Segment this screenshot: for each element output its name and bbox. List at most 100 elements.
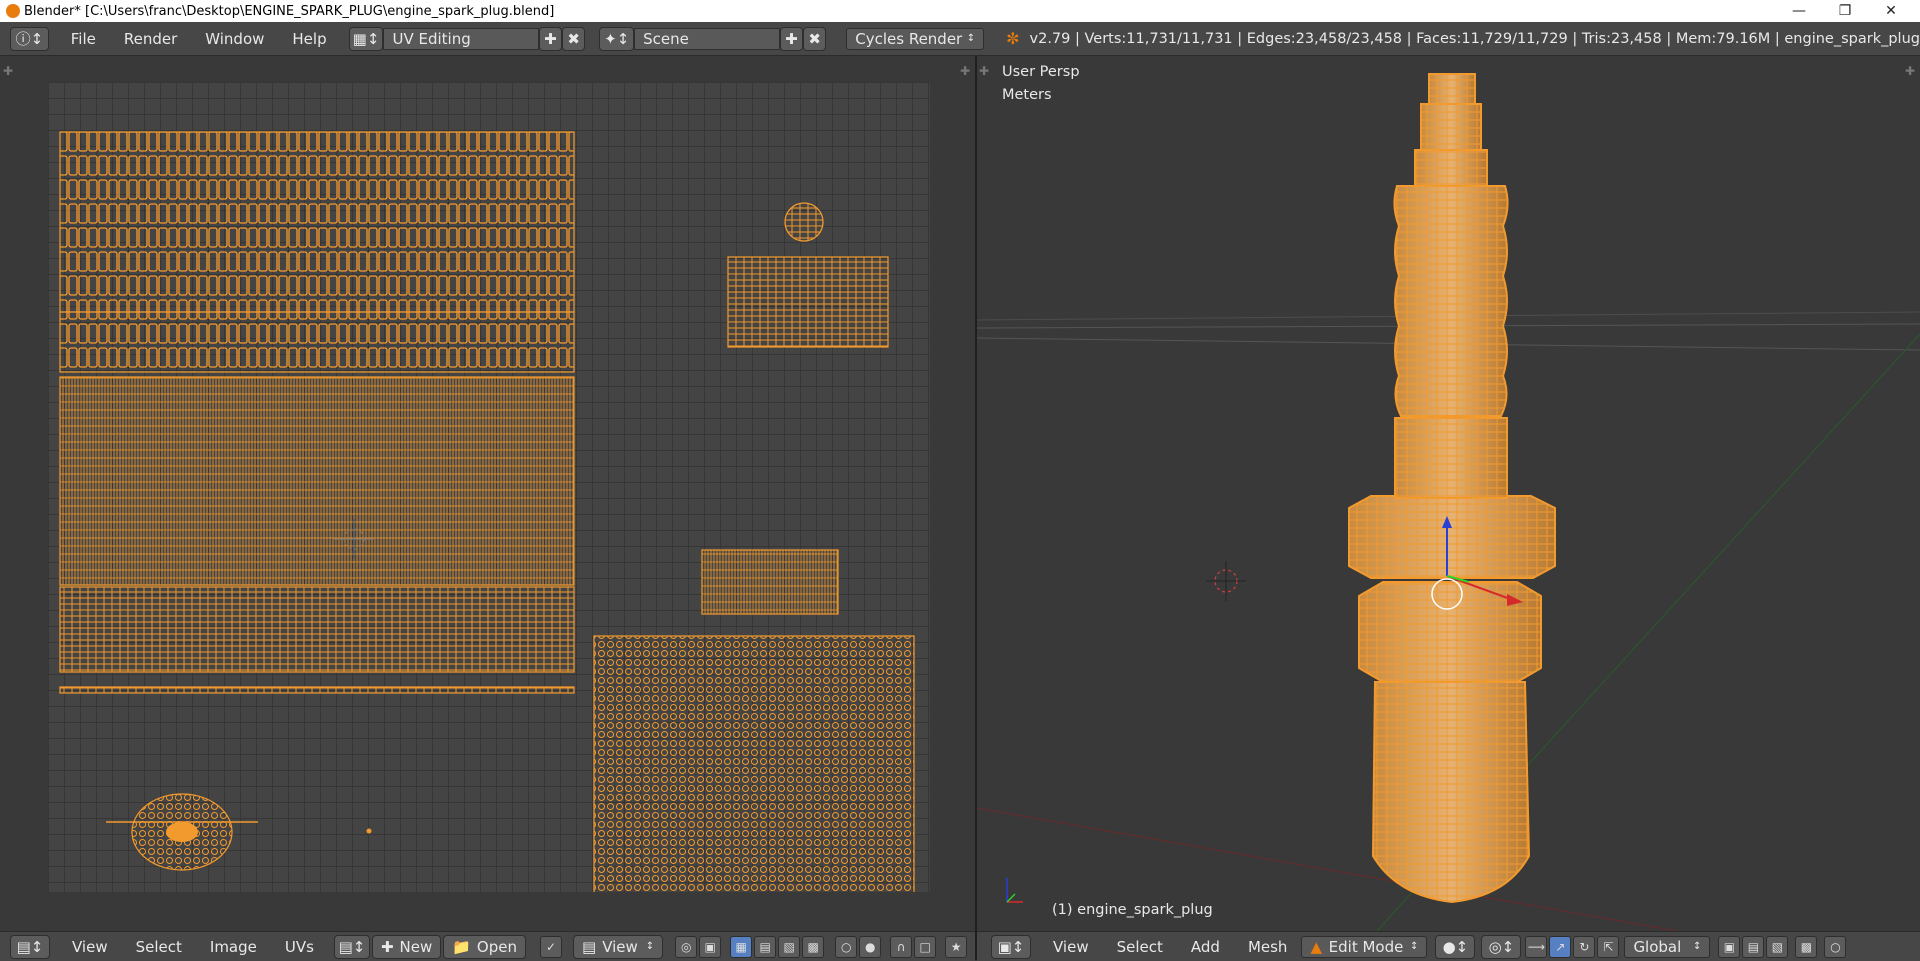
menu-file[interactable]: File xyxy=(71,30,96,48)
pivot-icon[interactable]: ◎ xyxy=(675,935,698,958)
add-screen-button[interactable]: ✚ xyxy=(538,26,562,51)
mode-dropdown[interactable]: ▲ Edit Mode ↕ xyxy=(1301,935,1428,958)
editor-type-uv-button[interactable]: ▤↕ xyxy=(10,934,50,959)
editor-type-info-button[interactable]: ⓘ↕ xyxy=(10,26,49,51)
proportional-edit-icon[interactable]: ○ xyxy=(835,935,858,958)
uv-vertex[interactable] xyxy=(366,828,372,834)
scene-field[interactable]: Scene xyxy=(634,27,780,50)
uv-island-main[interactable] xyxy=(59,131,575,694)
add-scene-button[interactable]: ✚ xyxy=(779,26,803,51)
viewport-scene xyxy=(977,73,1920,931)
dropdown-arrows-icon: ↕ xyxy=(1693,941,1702,952)
screen-layout-field[interactable]: UV Editing xyxy=(383,27,539,50)
info-header: ⓘ↕ File Render Window Help ▦↕ UV Editing… xyxy=(0,22,1920,56)
uv-island-upper-right[interactable] xyxy=(727,256,889,348)
spark-plug-mesh[interactable] xyxy=(1348,73,1556,904)
info-icon: ⓘ↕ xyxy=(15,30,44,48)
translate-manipulator-icon[interactable]: ↗ xyxy=(1549,935,1572,958)
new-image-label: New xyxy=(399,937,433,956)
region-expand-icon[interactable]: ✚ xyxy=(960,64,970,78)
dropdown-arrows-icon: ↕ xyxy=(1410,941,1419,952)
uv-image-editor[interactable]: ✚ ✚ xyxy=(0,56,975,939)
delete-screen-button[interactable]: ✖ xyxy=(562,26,586,51)
uv-island-lower-right[interactable] xyxy=(593,635,915,939)
render-engine-value: Cycles Render xyxy=(855,29,963,48)
edge-select-icon[interactable]: ▤ xyxy=(754,935,777,958)
close-icon[interactable]: ✕ xyxy=(1868,0,1914,22)
menu-render[interactable]: Render xyxy=(124,30,177,48)
viewport-menu-mesh[interactable]: Mesh xyxy=(1248,938,1288,956)
region-expand-icon[interactable]: ✚ xyxy=(3,64,13,78)
image-icon: ▤↕ xyxy=(338,937,366,956)
blender-logo-icon: ✼ xyxy=(1006,29,1020,48)
render-engine-dropdown[interactable]: Cycles Render ↕ xyxy=(846,27,985,50)
face-select-icon[interactable]: ▧ xyxy=(1766,935,1789,958)
limit-selection-icon[interactable]: ▩ xyxy=(1795,935,1818,958)
menu-window[interactable]: Window xyxy=(205,30,264,48)
vertex-select-icon[interactable]: ▦ xyxy=(730,935,753,958)
pivot-icon: ◎↕ xyxy=(1488,937,1515,956)
viewport-menu-select[interactable]: Select xyxy=(1117,938,1163,956)
uv-view-mode-dropdown[interactable]: ▤ View ↕ xyxy=(573,934,664,959)
uv-menu-image[interactable]: Image xyxy=(210,938,257,956)
viewport-menu-add[interactable]: Add xyxy=(1191,938,1220,956)
screen-layout-name: UV Editing xyxy=(392,29,471,48)
uv-island-sphere[interactable] xyxy=(784,202,824,242)
dropdown-arrows-icon: ↕ xyxy=(645,941,655,952)
scene-statistics: v2.79 | Verts:11,731/11,731 | Edges:23,4… xyxy=(1029,30,1920,47)
magnet-icon[interactable]: ∩ xyxy=(890,935,913,958)
proportional-edit-icon[interactable]: ○ xyxy=(1824,935,1847,958)
uv-menu-select[interactable]: Select xyxy=(136,938,182,956)
rotate-manipulator-icon[interactable]: ↻ xyxy=(1573,935,1596,958)
cube-icon: ▣↕ xyxy=(997,937,1025,956)
snap-target-icon[interactable]: □ xyxy=(914,935,937,958)
3d-viewport[interactable]: ✚ ✚ User Persp Meters (1) engine_spark_p… xyxy=(977,56,1920,931)
layout-grid-icon: ▦↕ xyxy=(352,29,380,48)
viewport-shading-dropdown[interactable]: ●↕ xyxy=(1435,934,1476,959)
plus-icon: ✚ xyxy=(544,29,557,48)
image-browse-button[interactable]: ▤↕ xyxy=(333,934,370,959)
3d-cursor[interactable] xyxy=(1206,561,1246,601)
shading-solid-icon: ●↕ xyxy=(1442,937,1469,956)
uv-menu-uvs[interactable]: UVs xyxy=(285,938,314,956)
vertex-select-icon[interactable]: ▣ xyxy=(1718,935,1741,958)
screen-layout-browse-button[interactable]: ▦↕ xyxy=(348,26,384,51)
uv-island-mid-right[interactable] xyxy=(701,549,839,615)
scale-manipulator-icon[interactable]: ⇱ xyxy=(1597,935,1620,958)
new-image-button[interactable]: ✚ New xyxy=(371,934,442,959)
restore-icon[interactable]: ❐ xyxy=(1822,0,1868,22)
face-select-icon[interactable]: ▧ xyxy=(778,935,801,958)
edge-select-icon[interactable]: ▤ xyxy=(1742,935,1765,958)
mode-value: Edit Mode xyxy=(1328,937,1404,956)
uv-canvas[interactable] xyxy=(48,82,930,939)
3d-viewport-header: ▣↕ View Select Add Mesh ▲ Edit Mode ↕ ●↕… xyxy=(977,931,1920,961)
uv-menu-view[interactable]: View xyxy=(72,938,108,956)
minimize-icon[interactable]: — xyxy=(1776,0,1822,22)
snap-icon[interactable]: ● xyxy=(859,935,882,958)
delete-scene-button[interactable]: ✖ xyxy=(802,26,827,51)
island-select-icon[interactable]: ▩ xyxy=(802,935,825,958)
manipulator-toggle-icon[interactable]: ⟶ xyxy=(1525,935,1548,958)
scene-browse-button[interactable]: ✦↕ xyxy=(599,26,635,51)
pivot-point-dropdown[interactable]: ◎↕ xyxy=(1481,934,1522,959)
x-icon: ✖ xyxy=(567,29,580,48)
sticky-selection-icon[interactable]: ▣ xyxy=(699,935,722,958)
axis-orientation-gizmo xyxy=(1006,878,1023,903)
uv-sculpt-icon[interactable]: ★ xyxy=(945,935,968,958)
blender-logo-icon xyxy=(6,4,20,18)
image-editor-icon: ▤↕ xyxy=(16,937,44,956)
editor-type-3d-button[interactable]: ▣↕ xyxy=(991,934,1031,959)
menu-help[interactable]: Help xyxy=(292,30,326,48)
open-image-button[interactable]: 📁 Open xyxy=(443,934,526,959)
x-icon: ✖ xyxy=(808,29,821,48)
uv-layout xyxy=(59,131,915,939)
transform-orientation-dropdown[interactable]: Global ↕ xyxy=(1624,935,1711,958)
folder-icon: 📁 xyxy=(452,937,471,956)
viewport-menu-view[interactable]: View xyxy=(1053,938,1089,956)
open-image-label: Open xyxy=(476,937,517,956)
pin-icon[interactable]: ✓ xyxy=(540,935,562,958)
scene-name: Scene xyxy=(643,29,689,48)
uv-island-eye[interactable] xyxy=(106,793,258,871)
window-titlebar: Blender* [C:\Users\franc\Desktop\ENGINE_… xyxy=(0,0,1920,22)
edit-mode-icon: ▲ xyxy=(1310,937,1322,956)
